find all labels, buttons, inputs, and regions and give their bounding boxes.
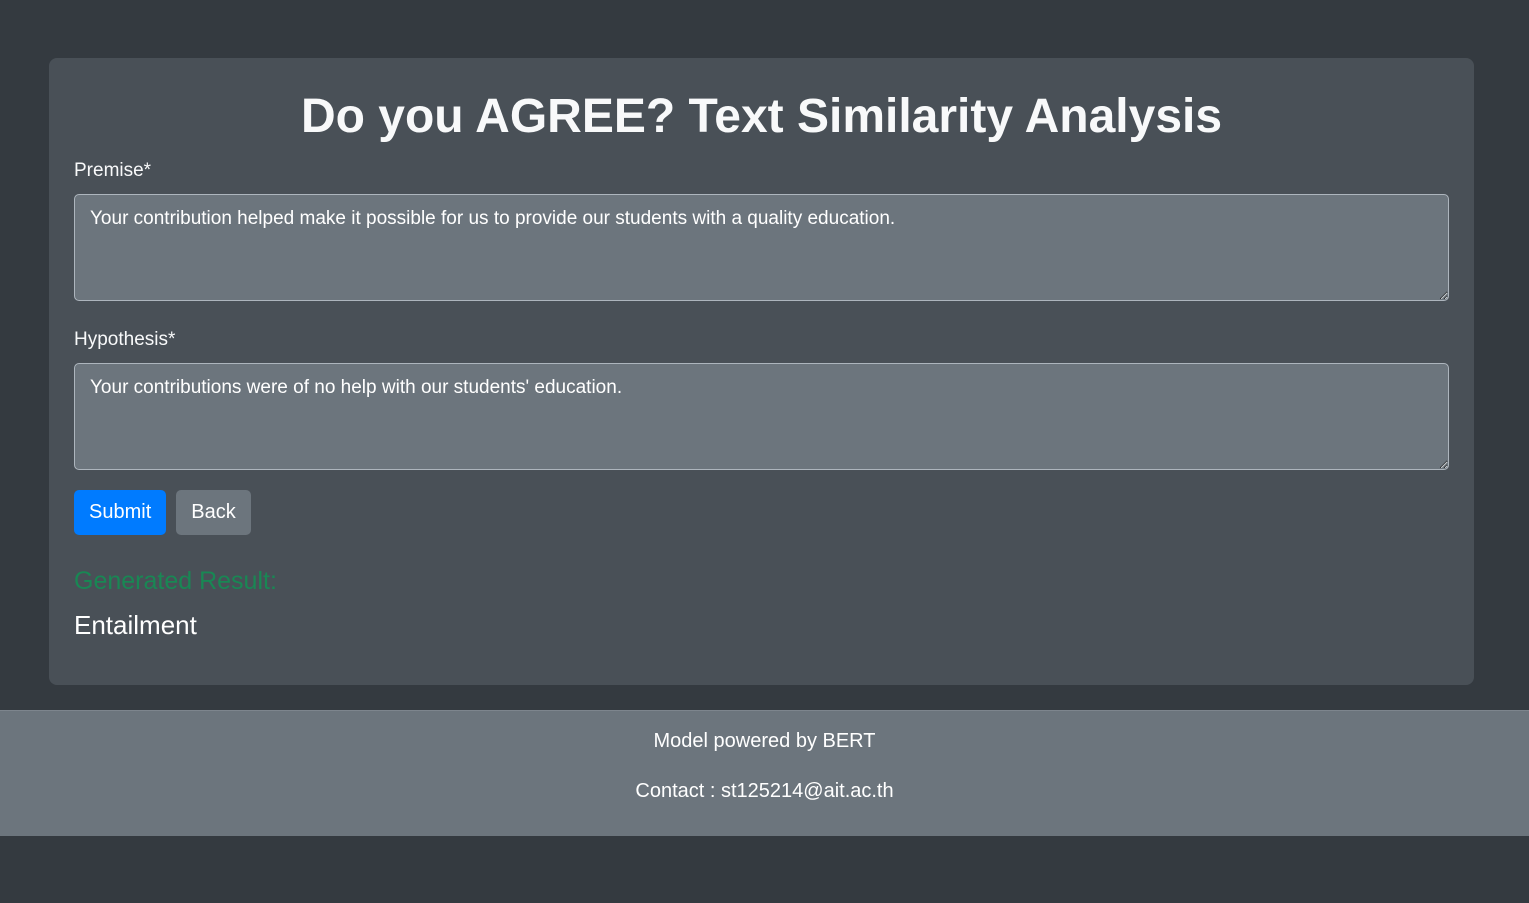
page: Do you AGREE? Text Similarity Analysis P… (0, 0, 1529, 903)
hypothesis-label: Hypothesis* (74, 329, 176, 350)
premise-input[interactable]: Your contribution helped make it possibl… (74, 194, 1449, 301)
footer: Model powered by BERT Contact : st125214… (0, 710, 1529, 836)
footer-contact: Contact : st125214@ait.ac.th (635, 780, 894, 802)
back-button[interactable]: Back (176, 490, 251, 535)
footer-model-credit: Model powered by BERT (653, 730, 876, 752)
page-title: Do you AGREE? Text Similarity Analysis (300, 90, 1223, 143)
result-heading: Generated Result: (74, 567, 277, 595)
main-card: Do you AGREE? Text Similarity Analysis P… (49, 58, 1474, 685)
submit-button[interactable]: Submit (74, 490, 167, 535)
form-buttons: Submit Back (74, 490, 1449, 535)
hypothesis-input[interactable]: Your contributions were of no help with … (74, 363, 1449, 470)
result-value: Entailment (74, 610, 197, 640)
premise-label: Premise* (74, 160, 152, 181)
